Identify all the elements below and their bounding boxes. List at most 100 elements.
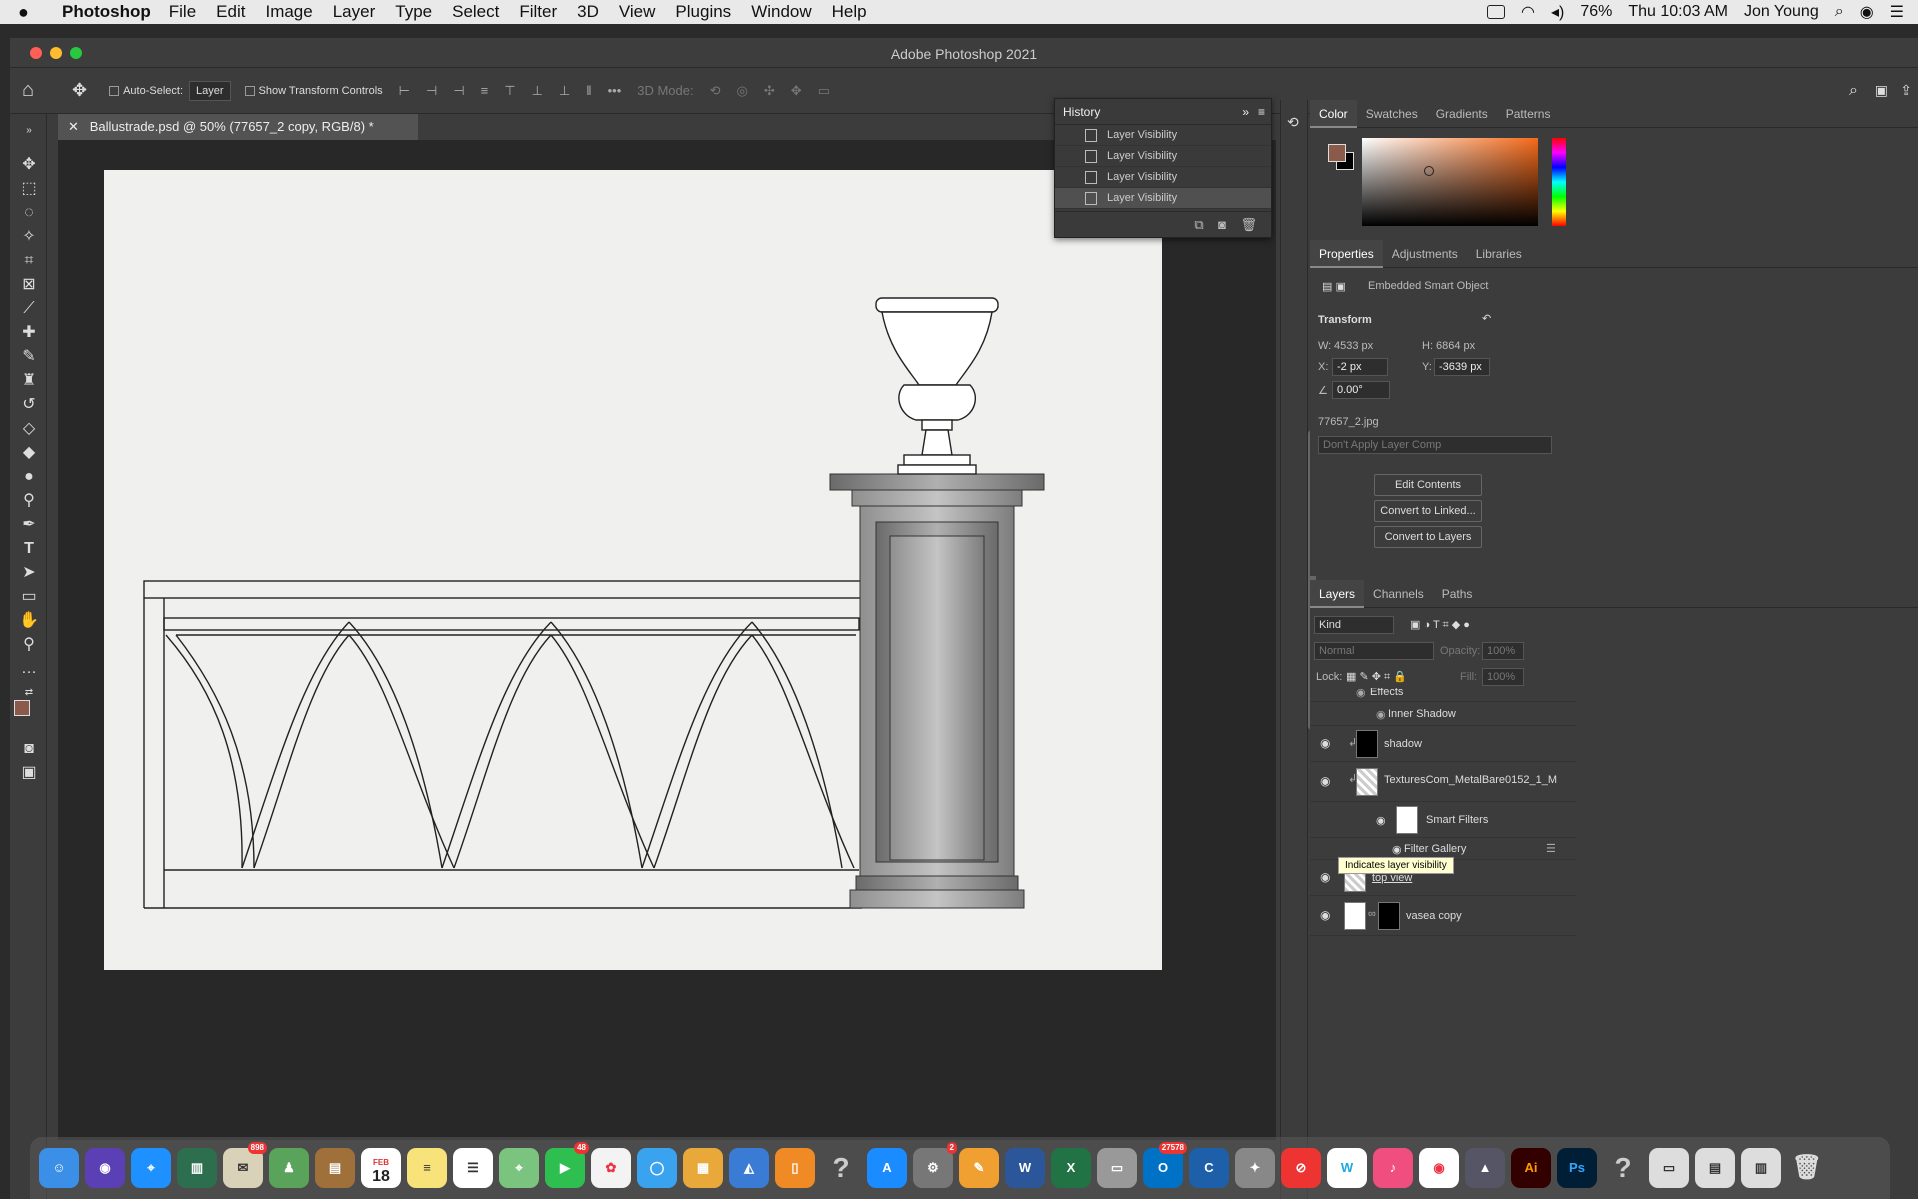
layer-name[interactable]: shadow	[1384, 738, 1422, 750]
menu-image[interactable]: Image	[265, 2, 312, 22]
y-position-input[interactable]: -3639 px	[1434, 358, 1490, 376]
c-app-icon[interactable]: C	[1189, 1148, 1229, 1188]
lock-icons[interactable]: ▦ ✎ ✥ ⌗ 🔒	[1346, 670, 1407, 684]
facetime-icon[interactable]: ▶ 48	[545, 1142, 589, 1188]
effects-visibility-icon[interactable]: ◉	[1356, 688, 1366, 699]
convert-to-layers-button[interactable]: Convert to Layers	[1374, 526, 1482, 548]
tab-channels[interactable]: Channels	[1364, 580, 1433, 608]
network-utility-icon[interactable]: ✦	[1235, 1148, 1275, 1188]
history-panel-icon[interactable]: ⟲	[1287, 114, 1299, 131]
menu-layer[interactable]: Layer	[333, 2, 376, 22]
menu-type[interactable]: Type	[395, 2, 432, 22]
align-center-icon[interactable]: ⊣	[426, 83, 437, 99]
new-document-from-state-icon[interactable]: ⧉	[1194, 217, 1203, 232]
trash-icon[interactable]: 🗑	[1787, 1148, 1827, 1188]
tab-patterns[interactable]: Patterns	[1497, 100, 1560, 128]
quick-mask-icon[interactable]: ◙	[18, 738, 40, 760]
mail-stamp-icon[interactable]: ✉ 898	[223, 1142, 267, 1188]
lasso-tool-icon[interactable]: ◌	[18, 202, 40, 224]
search-icon[interactable]: ⌕	[1849, 82, 1858, 100]
hue-slider[interactable]	[1552, 138, 1566, 226]
photos-icon[interactable]: ✿	[591, 1148, 631, 1188]
books-icon[interactable]: ▯	[775, 1148, 815, 1188]
chrome-icon[interactable]: ◉	[1419, 1148, 1459, 1188]
home-icon[interactable]: ⌂	[22, 79, 62, 102]
align-right-icon[interactable]: ⊣	[453, 83, 464, 99]
canvas-area[interactable]	[58, 140, 1316, 1140]
siri-icon[interactable]: ◉	[1860, 2, 1874, 22]
display-icon[interactable]	[1486, 5, 1505, 19]
align-bottom-icon[interactable]: ⊥	[559, 83, 570, 99]
panel-menu-icon[interactable]: ≡	[1258, 99, 1265, 125]
blend-mode-dropdown[interactable]: Normal	[1314, 642, 1434, 660]
color-field[interactable]	[1362, 138, 1538, 226]
pen-tool-icon[interactable]: ✒	[18, 514, 40, 536]
keynote-icon[interactable]: ◭	[729, 1148, 769, 1188]
screen-mode-icon[interactable]: ▣	[18, 762, 40, 784]
filter-kind-dropdown[interactable]: Kind	[1314, 616, 1394, 634]
history-item[interactable]: Layer Visibility	[1055, 167, 1271, 188]
filter-gallery-visibility-icon[interactable]: ◉	[1392, 843, 1402, 856]
help-icon[interactable]: ?	[1603, 1148, 1643, 1188]
layer-effects-row[interactable]: ◉ Effects	[1310, 688, 1576, 702]
layer-row-texture[interactable]: ◉ ↲ TexturesCom_MetalBare0152_1_M	[1310, 762, 1576, 802]
printer-icon[interactable]: ▭	[1097, 1148, 1137, 1188]
paint-bucket-tool-icon[interactable]: ◆	[18, 442, 40, 464]
edit-contents-button[interactable]: Edit Contents	[1374, 474, 1482, 496]
menu-select[interactable]: Select	[452, 2, 499, 22]
tab-libraries[interactable]: Libraries	[1467, 240, 1531, 268]
illustrator-icon[interactable]: Ai	[1511, 1148, 1551, 1188]
layer-row-vase-copy[interactable]: ◉ ∞ vasea copy	[1310, 896, 1576, 936]
distribute-icon[interactable]: ≡	[481, 83, 489, 98]
system-preferences-icon[interactable]: ⚙ 2	[913, 1142, 957, 1188]
snapshot-camera-icon[interactable]: ◙	[1218, 217, 1226, 232]
layer-filter-icons[interactable]: ▣ ◑ T ⌗ ◆ ●	[1410, 618, 1470, 632]
music-icon[interactable]: ♪	[1373, 1148, 1413, 1188]
menu-edit[interactable]: Edit	[216, 2, 245, 22]
smart-filters-visibility-icon[interactable]: ◉	[1376, 814, 1386, 827]
eraser-tool-icon[interactable]: ◇	[18, 418, 40, 440]
history-item[interactable]: Layer Visibility	[1055, 125, 1271, 146]
crop-tool-icon[interactable]: ⌗	[18, 250, 40, 272]
menu-3d[interactable]: 3D	[577, 2, 599, 22]
excel-icon[interactable]: X	[1051, 1148, 1091, 1188]
transform-controls-toggle[interactable]: Show Transform Controls	[244, 85, 383, 97]
reset-transform-icon[interactable]: ↶	[1482, 312, 1491, 325]
visibility-eye-icon[interactable]: ◉	[1320, 737, 1334, 749]
battery-percent[interactable]: 76%	[1580, 3, 1612, 21]
edit-toolbar-icon[interactable]: …	[18, 658, 40, 680]
unknown-app-icon[interactable]: ?	[821, 1148, 861, 1188]
smart-filters-row[interactable]: ◉ Smart Filters	[1310, 802, 1576, 838]
user-name[interactable]: Jon Young	[1744, 3, 1819, 21]
fill-input[interactable]: 100%	[1482, 668, 1524, 686]
siri-dock-icon[interactable]: ◉	[85, 1148, 125, 1188]
filter-options-icon[interactable]: ☰	[1546, 842, 1556, 855]
ai-file-icon[interactable]: ▤	[1695, 1148, 1735, 1188]
apple-icon[interactable]: ●	[18, 2, 48, 23]
history-item[interactable]: Layer Visibility	[1055, 146, 1271, 167]
menu-view[interactable]: View	[619, 2, 656, 22]
path-selection-tool-icon[interactable]: ➤	[18, 562, 40, 584]
numbers-icon[interactable]: ▥	[177, 1148, 217, 1188]
menu-file[interactable]: File	[169, 2, 196, 22]
document-stack-icon[interactable]: ▥	[1741, 1148, 1781, 1188]
spotlight-icon[interactable]: ⌕	[1835, 3, 1844, 21]
height-value[interactable]: 6864 px	[1436, 340, 1475, 352]
x-position-input[interactable]: -2 px	[1332, 358, 1388, 376]
blocker-icon[interactable]: ⊘	[1281, 1148, 1321, 1188]
clone-stamp-tool-icon[interactable]: ♜	[18, 370, 40, 392]
magic-wand-tool-icon[interactable]: ✧	[18, 226, 40, 248]
delete-trash-icon[interactable]: 🗑	[1240, 217, 1257, 232]
visibility-eye-icon[interactable]: ◉	[1320, 775, 1334, 787]
control-center-icon[interactable]: ☰	[1890, 2, 1904, 22]
distribute-vertical-icon[interactable]: ‖	[586, 83, 591, 98]
pages-icon[interactable]: ✎	[959, 1148, 999, 1188]
more-options-button[interactable]: •••	[608, 83, 622, 98]
menu-filter[interactable]: Filter	[519, 2, 557, 22]
layer-comp-dropdown[interactable]: Don't Apply Layer Comp	[1318, 436, 1552, 454]
wunderlist-icon[interactable]: W	[1327, 1148, 1367, 1188]
width-value[interactable]: 4533 px	[1334, 340, 1373, 352]
outlook-icon[interactable]: O 27578	[1143, 1142, 1187, 1188]
collapse-panel-icon[interactable]: »	[1242, 99, 1249, 125]
preview-icon[interactable]: ▦	[683, 1148, 723, 1188]
